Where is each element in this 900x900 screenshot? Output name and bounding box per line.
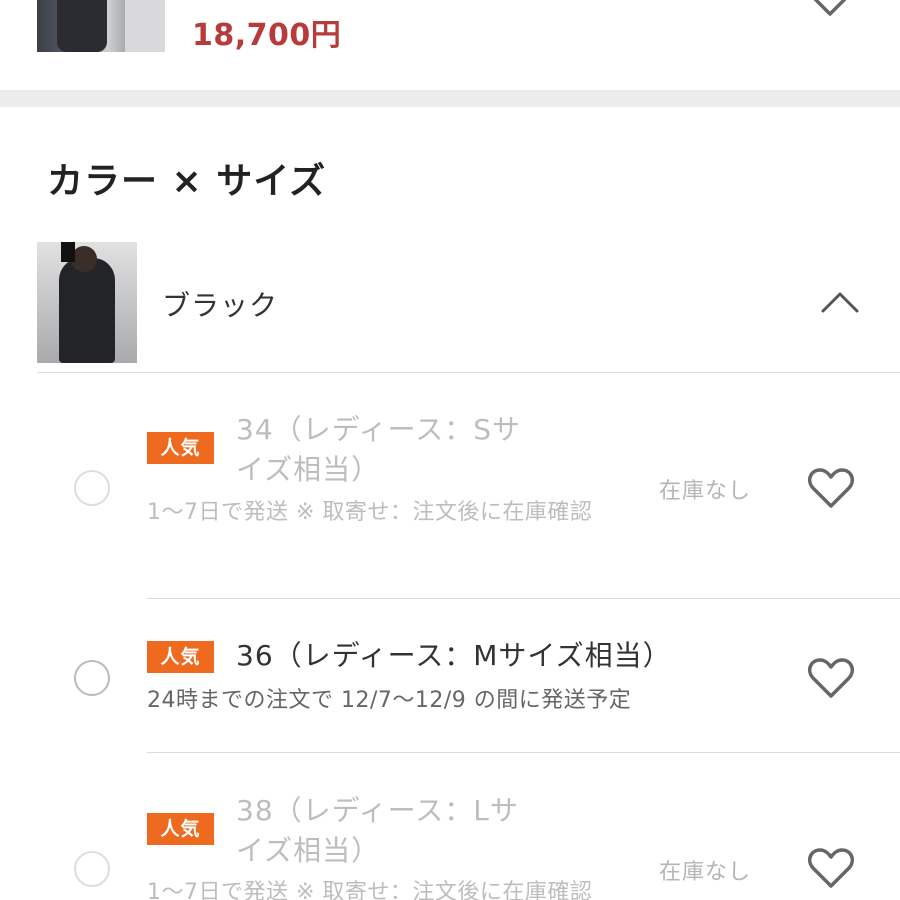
color-name: ブラック <box>162 289 279 322</box>
size-label: 36（レディース：Mサイズ相当） <box>236 639 672 672</box>
size-label: 38（レディース：Lサイズ相当） <box>236 794 519 867</box>
divider <box>37 372 900 373</box>
color-thumbnail <box>37 242 137 363</box>
popular-badge: 人気 <box>147 432 214 464</box>
product-thumbnail <box>37 0 165 52</box>
color-group-header[interactable]: ブラック <box>37 242 900 372</box>
shipping-info: 1～7日で発送 ※ 取寄せ：注文後に在庫確認 <box>147 880 593 900</box>
chevron-up-icon[interactable] <box>820 290 860 314</box>
popular-badge: 人気 <box>147 813 214 845</box>
product-price: 18,700円 <box>192 18 342 53</box>
stock-status: 在庫なし <box>659 479 752 504</box>
section-title: カラー × サイズ <box>47 161 327 202</box>
size-label: 34（レディース：Sサイズ相当） <box>236 413 522 486</box>
heart-outline-icon[interactable] <box>806 466 856 510</box>
product-variant-page: 18,700円 カラー × サイズ ブラック 人気 34（レディース：Sサイズ相… <box>0 0 900 900</box>
heart-outline-icon[interactable] <box>808 0 852 18</box>
heart-outline-icon[interactable] <box>806 656 856 700</box>
size-radio[interactable] <box>74 660 110 696</box>
divider <box>147 598 900 599</box>
heart-outline-icon[interactable] <box>806 846 856 890</box>
shipping-info: 1～7日で発送 ※ 取寄せ：注文後に在庫確認 <box>147 500 593 525</box>
size-radio[interactable] <box>74 470 110 506</box>
divider <box>147 752 900 753</box>
stock-status: 在庫なし <box>659 860 752 885</box>
section-divider <box>0 90 900 107</box>
shipping-info: 24時までの注文で 12/7～12/9 の間に発送予定 <box>147 688 632 713</box>
product-summary-card: 18,700円 <box>0 0 900 90</box>
popular-badge: 人気 <box>147 641 214 673</box>
size-radio[interactable] <box>74 851 110 887</box>
